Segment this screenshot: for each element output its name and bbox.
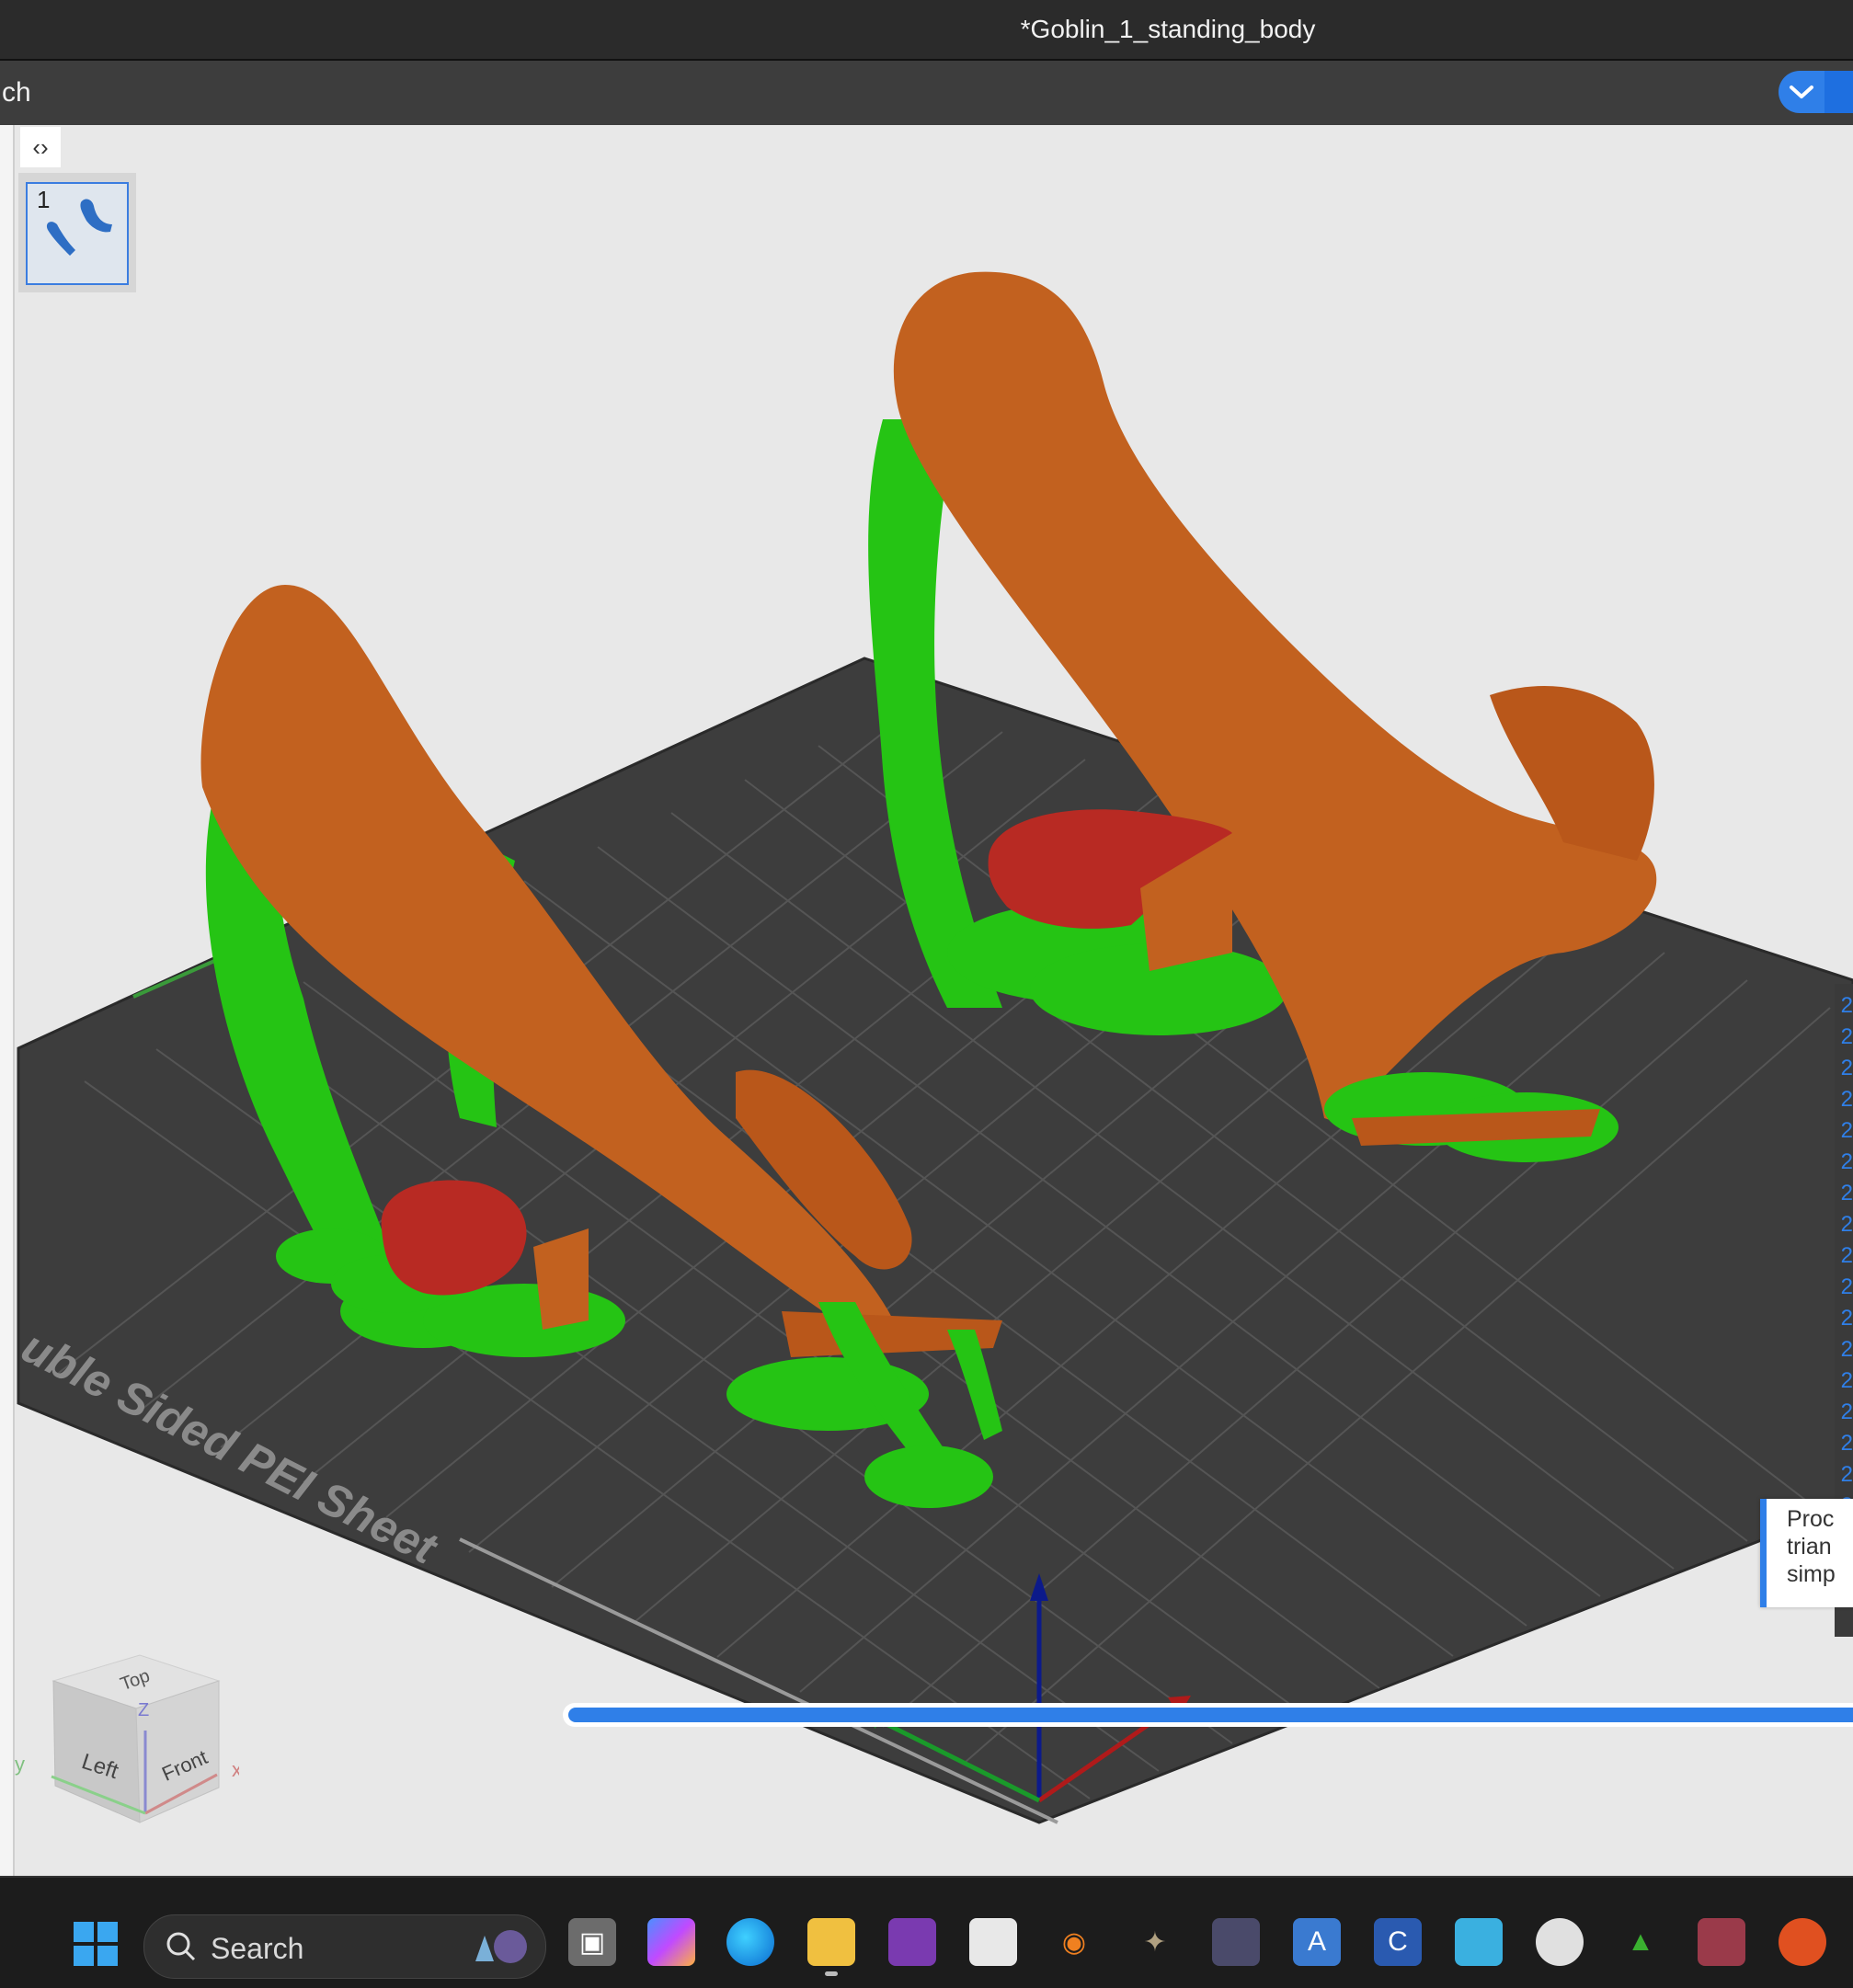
vpn-icon[interactable]: A xyxy=(1293,1918,1341,1966)
layer-slider-value: 2 xyxy=(1840,1056,1853,1080)
notification-line-2: trian xyxy=(1787,1534,1832,1560)
search-label: Search xyxy=(211,1932,304,1965)
layer-slider-value: 2 xyxy=(1840,1462,1853,1487)
orientation-cube[interactable]: Top Left Front Z x y xyxy=(0,1648,239,1868)
edge-icon[interactable] xyxy=(726,1918,774,1966)
layer-slider-value: 2 xyxy=(1840,1181,1853,1205)
taskbar: Search ▣ ◉ ✦ A C ▲ xyxy=(0,1876,1853,1988)
file-explorer-icon[interactable] xyxy=(807,1918,855,1966)
c-app-icon[interactable]: C xyxy=(1374,1918,1422,1966)
tab-label[interactable]: ch xyxy=(2,77,31,109)
3d-app-icon[interactable] xyxy=(1698,1918,1745,1966)
notification-popup[interactable]: Proc trian simp xyxy=(1760,1499,1853,1607)
layer-slider-value: 2 xyxy=(1840,993,1853,1018)
active-app-indicator xyxy=(825,1971,838,1976)
3d-viewport[interactable]: uble Sided PEI Sheet ‹› 1 Top Left Front… xyxy=(0,125,1853,1876)
title-bar: *Goblin_1_standing_body xyxy=(0,0,1853,61)
left-panel-edge xyxy=(0,125,15,1876)
layer-slider-value: 2 xyxy=(1840,1431,1853,1456)
search-highlight-icon xyxy=(475,1930,527,1963)
chart-app-icon[interactable] xyxy=(1212,1918,1260,1966)
sync-app-icon[interactable] xyxy=(1455,1918,1503,1966)
dropdown-button[interactable] xyxy=(1779,71,1824,113)
notepad-icon[interactable] xyxy=(969,1918,1017,1966)
task-view-icon[interactable]: ▣ xyxy=(568,1918,616,1966)
layer-slider-value: 2 xyxy=(1840,1337,1853,1362)
window-title: *Goblin_1_standing_body xyxy=(1020,15,1316,43)
gimp-icon[interactable]: ✦ xyxy=(1131,1918,1179,1966)
layer-slider-value: 2 xyxy=(1840,1243,1853,1268)
cube-y-label: y xyxy=(15,1753,25,1776)
layer-slider-value: 2 xyxy=(1840,1306,1853,1331)
affinity-photo-icon[interactable] xyxy=(888,1918,936,1966)
windows-start-icon[interactable] xyxy=(74,1922,118,1966)
layer-slider-value: 2 xyxy=(1840,1368,1853,1393)
copilot-icon[interactable] xyxy=(647,1918,695,1966)
layer-slider-value: 2 xyxy=(1840,1212,1853,1237)
cube-x-label: x xyxy=(232,1758,239,1781)
layer-slider-value: 2 xyxy=(1840,1149,1853,1174)
plate-thumbnail[interactable]: 1 xyxy=(26,182,129,285)
search-icon xyxy=(166,1932,196,1961)
layer-slider-value: 2 xyxy=(1840,1024,1853,1049)
notification-line-3: simp xyxy=(1787,1561,1836,1587)
cube-z-label: Z xyxy=(138,1700,149,1720)
dropdown-button-extension[interactable] xyxy=(1824,71,1853,113)
scene-canvas[interactable]: uble Sided PEI Sheet xyxy=(0,125,1853,1876)
arm-app-icon[interactable]: ▲ xyxy=(1617,1918,1664,1966)
progress-fill xyxy=(568,1708,1853,1722)
taskbar-search-box[interactable]: Search xyxy=(143,1914,546,1979)
orca-app-icon[interactable] xyxy=(1779,1918,1826,1966)
blender-icon[interactable]: ◉ xyxy=(1050,1918,1098,1966)
notification-line-1: Proc xyxy=(1787,1506,1835,1532)
bambu-app-icon[interactable] xyxy=(1536,1918,1584,1966)
tab-bar: ch xyxy=(0,61,1853,125)
layer-slider-value: 2 xyxy=(1840,1274,1853,1299)
layer-slider-value: 2 xyxy=(1840,1400,1853,1424)
chevron-down-icon xyxy=(1790,86,1813,98)
collapse-arrows-icon: ‹› xyxy=(32,132,49,161)
plate-preview-icon xyxy=(46,199,112,256)
layer-slider-value: 2 xyxy=(1840,1087,1853,1112)
layer-slider-value: 2 xyxy=(1840,1118,1853,1143)
collapse-button[interactable]: ‹› xyxy=(20,127,61,167)
